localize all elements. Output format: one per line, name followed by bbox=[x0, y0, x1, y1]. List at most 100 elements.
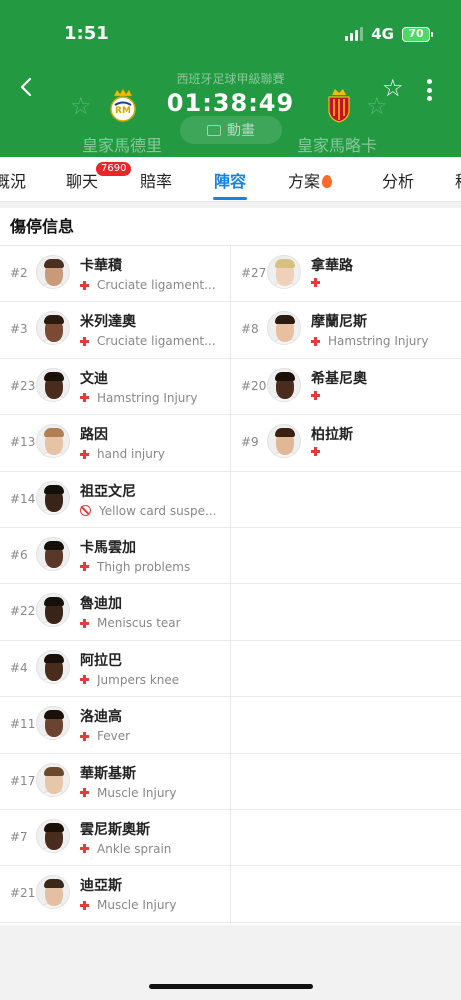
injury-reason-text: Thigh problems bbox=[97, 559, 191, 574]
injury-cross-icon bbox=[311, 336, 320, 346]
player-avatar[interactable] bbox=[36, 480, 70, 515]
tab-plans-label: 方案 bbox=[288, 172, 321, 191]
player-avatar[interactable] bbox=[36, 762, 70, 797]
player-avatar[interactable] bbox=[267, 255, 301, 289]
home-team-name: 皇家馬德里 bbox=[82, 136, 163, 155]
home-injury-row[interactable]: #21 迪亞斯 Muscle Injury bbox=[0, 866, 230, 923]
home-injury-row[interactable]: #22 魯迪加 Meniscus tear bbox=[0, 584, 230, 641]
away-injury-row[interactable]: #9 柏拉斯 bbox=[231, 415, 461, 472]
animation-icon bbox=[207, 124, 221, 136]
signal-icon bbox=[345, 27, 364, 41]
player-name: 迪亞斯 bbox=[80, 878, 122, 895]
player-number: #17 bbox=[10, 773, 36, 788]
injury-reason: hand injury bbox=[80, 447, 165, 461]
player-number: #22 bbox=[10, 604, 36, 619]
player-avatar[interactable] bbox=[36, 875, 70, 910]
tab-more-cutoff[interactable]: 積 bbox=[455, 168, 461, 192]
injury-reason bbox=[311, 447, 328, 457]
player-number: #6 bbox=[10, 547, 28, 562]
tab-overview[interactable]: 概況 bbox=[0, 168, 26, 192]
favorite-star-icon[interactable]: ☆ bbox=[382, 76, 404, 100]
injury-cross-icon bbox=[311, 278, 320, 287]
tab-odds[interactable]: 賠率 bbox=[140, 168, 172, 192]
home-injury-row[interactable]: #14 祖亞文尼 Yellow card suspe... bbox=[0, 472, 230, 528]
player-avatar[interactable] bbox=[36, 536, 70, 571]
injury-cross-icon bbox=[80, 675, 89, 685]
status-time: 1:51 bbox=[64, 23, 109, 44]
player-name: 魯迪加 bbox=[80, 596, 122, 613]
status-icons: 4G 70 bbox=[345, 25, 433, 43]
home-injury-row[interactable]: #11 洛迪高 Fever bbox=[0, 697, 230, 754]
player-number: #8 bbox=[241, 322, 259, 337]
away-injury-row[interactable]: #27 拿華路 bbox=[231, 246, 461, 303]
player-avatar[interactable] bbox=[36, 818, 70, 853]
battery-level: 70 bbox=[402, 26, 430, 42]
player-name: 拿華路 bbox=[311, 258, 353, 274]
home-injury-row[interactable]: #6 卡馬雲加 Thigh problems bbox=[0, 528, 230, 585]
injury-reason bbox=[311, 390, 328, 400]
injury-reason: Fever bbox=[80, 729, 130, 743]
tab-lineup[interactable]: 陣容 bbox=[214, 168, 246, 192]
player-number: #7 bbox=[10, 829, 28, 844]
tab-analysis[interactable]: 分析 bbox=[382, 168, 414, 192]
player-avatar[interactable] bbox=[267, 367, 301, 402]
injury-reason: Hamstring Injury bbox=[311, 334, 428, 348]
player-avatar[interactable] bbox=[267, 424, 301, 459]
player-avatar[interactable] bbox=[36, 649, 70, 684]
player-name: 雲尼斯奧斯 bbox=[80, 821, 150, 838]
player-avatar[interactable] bbox=[36, 367, 70, 402]
injury-cross-icon bbox=[311, 447, 320, 457]
animation-label: 動畫 bbox=[227, 123, 255, 139]
empty-row bbox=[231, 866, 461, 923]
injury-section: 傷停信息 #2 卡華積 Cruciate ligament... #3 米列達奧 bbox=[0, 208, 461, 925]
away-injury-list: #27 拿華路 #8 摩蘭尼斯 Hamstring Injury #20 希基尼… bbox=[230, 246, 461, 923]
player-avatar[interactable] bbox=[36, 255, 70, 289]
player-number: #11 bbox=[10, 717, 36, 732]
injury-cross-icon bbox=[80, 731, 89, 741]
fire-icon bbox=[322, 175, 333, 188]
injury-cross-icon bbox=[80, 562, 89, 572]
match-tabs: 概況 聊天 7690 賠率 陣容 方案 分析 積 bbox=[0, 157, 461, 202]
more-menu-icon[interactable] bbox=[425, 79, 433, 101]
battery-icon: 70 bbox=[402, 26, 433, 42]
tab-chat[interactable]: 聊天 bbox=[66, 168, 98, 192]
injury-cross-icon bbox=[80, 393, 89, 403]
player-number: #9 bbox=[241, 435, 259, 450]
injury-cross-icon bbox=[80, 900, 89, 910]
injury-reason: Muscle Injury bbox=[80, 786, 176, 800]
home-injury-row[interactable]: #2 卡華積 Cruciate ligament... bbox=[0, 246, 230, 303]
player-avatar[interactable] bbox=[36, 593, 70, 628]
injury-cross-icon bbox=[80, 336, 89, 346]
player-name: 米列達奧 bbox=[80, 314, 136, 331]
injury-reason-text: Hamstring Injury bbox=[328, 334, 429, 349]
player-avatar[interactable] bbox=[267, 311, 301, 346]
player-number: #20 bbox=[241, 378, 267, 393]
network-type: 4G bbox=[371, 25, 394, 43]
player-number: #14 bbox=[10, 491, 36, 506]
player-avatar[interactable] bbox=[36, 311, 70, 346]
player-avatar[interactable] bbox=[36, 706, 70, 741]
injury-reason: Yellow card suspe... bbox=[80, 504, 216, 518]
away-injury-row[interactable]: #8 摩蘭尼斯 Hamstring Injury bbox=[231, 302, 461, 359]
home-injury-row[interactable]: #23 文迪 Hamstring Injury bbox=[0, 359, 230, 416]
home-injury-row[interactable]: #4 阿拉巴 Jumpers knee bbox=[0, 641, 230, 698]
injury-grid: #2 卡華積 Cruciate ligament... #3 米列達奧 Cruc… bbox=[0, 246, 461, 923]
home-injury-row[interactable]: #7 雲尼斯奧斯 Ankle sprain bbox=[0, 810, 230, 867]
away-injury-row[interactable]: #20 希基尼奧 bbox=[231, 359, 461, 416]
injury-reason-text: Ankle sprain bbox=[97, 841, 172, 856]
player-avatar[interactable] bbox=[36, 424, 70, 459]
player-name: 文迪 bbox=[80, 370, 108, 387]
player-number: #4 bbox=[10, 660, 28, 675]
injury-reason: Muscle Injury bbox=[80, 898, 176, 912]
player-number: #21 bbox=[10, 886, 36, 901]
injury-reason-text: Meniscus tear bbox=[97, 616, 181, 631]
animation-button[interactable]: 動畫 bbox=[180, 116, 282, 144]
injury-reason-text: Cruciate ligament... bbox=[97, 334, 216, 349]
player-name: 柏拉斯 bbox=[311, 427, 353, 444]
home-injury-row[interactable]: #3 米列達奧 Cruciate ligament... bbox=[0, 302, 230, 359]
home-injury-row[interactable]: #17 華斯基斯 Muscle Injury bbox=[0, 754, 230, 810]
injury-reason-text: Hamstring Injury bbox=[97, 390, 198, 405]
injury-cross-icon bbox=[80, 280, 89, 290]
home-injury-row[interactable]: #13 路因 hand injury bbox=[0, 415, 230, 472]
tab-plans[interactable]: 方案 bbox=[288, 168, 333, 192]
